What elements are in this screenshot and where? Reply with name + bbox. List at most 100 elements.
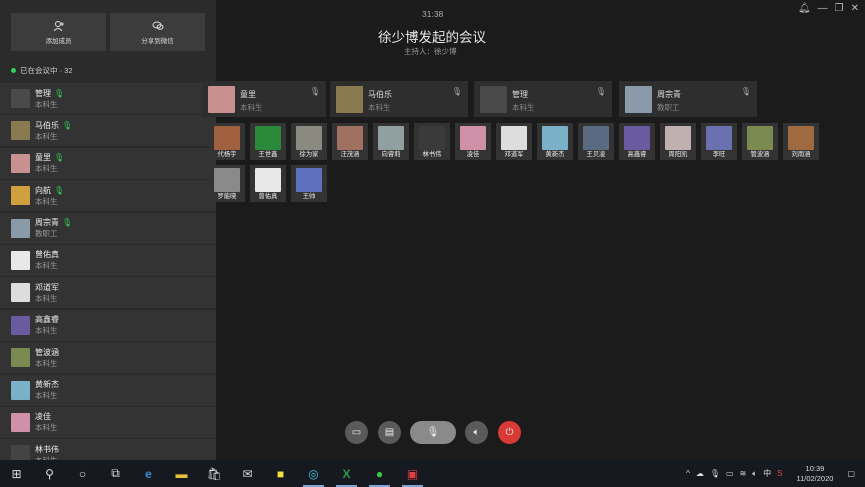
cortana-button[interactable]: ○ xyxy=(66,460,99,487)
meeting-count: 已在会议中 · 32 xyxy=(11,65,73,76)
participant-tile[interactable]: 邓道军 xyxy=(496,123,532,160)
participant-tile[interactable]: 林书伟 xyxy=(414,123,450,160)
battery-icon[interactable]: ▭ xyxy=(726,469,734,478)
add-member-button[interactable]: 添加成员 xyxy=(11,13,106,51)
participant-tile[interactable]: 代杨宇 xyxy=(209,123,245,160)
participant-tile[interactable]: 王贝凌 xyxy=(578,123,614,160)
microphone-icon: 🎙︎ xyxy=(740,87,751,96)
speaker-tile[interactable]: 管理 本科生 🎙︎ xyxy=(474,81,612,117)
explorer-button[interactable]: ▬ xyxy=(165,460,198,487)
tile-name: 罗能晓 xyxy=(217,193,237,200)
share-wechat-label: 分享到微信 xyxy=(141,37,174,45)
participant-item[interactable]: 管波涵 本科生 xyxy=(0,342,216,374)
screen-share-button[interactable]: ▭ xyxy=(345,421,368,444)
tile-name: 徐为家 xyxy=(299,151,319,158)
participant-item[interactable]: 曾佑真 本科生 xyxy=(0,244,216,276)
participant-tile[interactable]: 向睿莉 xyxy=(373,123,409,160)
microphone-icon[interactable]: 🎙︎ xyxy=(710,469,720,478)
chevron-up-icon[interactable]: ^ xyxy=(686,469,690,478)
store-button[interactable]: 🛍︎ xyxy=(198,460,231,487)
participant-tile[interactable]: 管波涵 xyxy=(742,123,778,160)
microphone-icon: 🎙︎ xyxy=(451,87,462,96)
participant-item[interactable]: 周宗青 🎙︎ 教职工 xyxy=(0,212,216,244)
participant-item[interactable]: 童里 🎙︎ 本科生 xyxy=(0,147,216,179)
mail-icon: ✉ xyxy=(242,466,253,481)
search-button[interactable]: ⚲ xyxy=(33,460,66,487)
participant-item[interactable]: 高鑫睿 本科生 xyxy=(0,309,216,341)
minimize-icon[interactable]: — xyxy=(818,3,828,14)
participant-tile[interactable]: 王世鑫 xyxy=(250,123,286,160)
start-button[interactable]: ⊞ xyxy=(0,460,33,487)
input-language[interactable]: 中 xyxy=(763,468,771,479)
antivirus-icon[interactable]: S xyxy=(777,469,782,478)
participant-item[interactable]: 管理 🎙︎ 本科生 xyxy=(0,83,216,114)
leave-meeting-button[interactable]: ⏻ xyxy=(498,421,521,444)
clock[interactable]: 10:39 11/02/2020 xyxy=(796,464,833,484)
clock-date: 11/02/2020 xyxy=(796,473,834,483)
participant-tile[interactable]: 刘雨涵 xyxy=(783,123,819,160)
participant-tile[interactable]: 凌佳 xyxy=(455,123,491,160)
participant-tile[interactable]: 汪茂涵 xyxy=(332,123,368,160)
participant-item[interactable]: 向航 🎙︎ 本科生 xyxy=(0,180,216,212)
power-icon: ⏻ xyxy=(505,427,514,438)
avatar xyxy=(296,126,322,150)
speaker-tile[interactable]: 童里 本科生 🎙︎ xyxy=(202,81,326,117)
system-tray: ^ ☁ 🎙︎ ▭ ≋ 🔈︎ 中 S 10:39 11/02/2020 ▢ xyxy=(686,460,865,487)
restore-icon[interactable]: ❐ xyxy=(835,3,844,14)
participant-name: 邓道军 xyxy=(35,282,59,292)
taskbar: ⊞ ⚲ ○ ⧉ e ▬ 🛍︎ ✉ ■ ◎ X ● ▣ ^ ☁ 🎙︎ ▭ ≋ 🔈︎… xyxy=(0,460,865,487)
excel-button[interactable]: X xyxy=(330,460,363,487)
mic-button[interactable]: 🎙︎ xyxy=(410,421,456,444)
participant-name: 林书伟 xyxy=(35,444,59,454)
mic-active-icon: 🎙︎ xyxy=(54,153,65,163)
notification-icon[interactable]: ▢ xyxy=(847,469,855,478)
file-share-button[interactable]: ▤ xyxy=(378,421,401,444)
participant-item[interactable]: 林书伟 本科生 xyxy=(0,439,216,460)
share-wechat-button[interactable]: 分享到微信 xyxy=(110,13,205,51)
bell-icon[interactable]: 🔔︎ xyxy=(798,3,811,14)
participant-item[interactable]: 马伯乐 🎙︎ 本科生 xyxy=(0,115,216,147)
wechat-button[interactable]: ● xyxy=(363,460,396,487)
avatar xyxy=(706,126,732,150)
window-controls: 🔔︎ — ❐ ✕ xyxy=(798,3,859,14)
participant-item[interactable]: 邓道军 本科生 xyxy=(0,277,216,309)
volume-icon[interactable]: 🔈︎ xyxy=(752,469,757,479)
task-view-button[interactable]: ⧉ xyxy=(99,460,132,487)
meeting-count-label: 已在会议中 · 32 xyxy=(20,66,73,75)
speaker-tile[interactable]: 周宗青 教职工 🎙︎ xyxy=(619,81,757,117)
participant-tile[interactable]: 周阳凯 xyxy=(660,123,696,160)
mic-active-icon: 🎙︎ xyxy=(62,218,73,228)
speaker-tile[interactable]: 马伯乐 本科生 🎙︎ xyxy=(330,81,468,117)
speaker-button[interactable]: 🔈︎ xyxy=(465,421,488,444)
meeting-host: 主持人：徐少博 xyxy=(404,47,457,56)
tile-name: 向睿莉 xyxy=(381,151,401,158)
participant-item[interactable]: 凌佳 本科生 xyxy=(0,406,216,438)
avatar xyxy=(11,153,30,173)
tile-name: 汪茂涵 xyxy=(340,151,360,158)
avatar xyxy=(11,348,30,368)
edge-button[interactable]: e xyxy=(132,460,165,487)
participant-tile[interactable]: 黄新杰 xyxy=(537,123,573,160)
avatar xyxy=(480,86,507,113)
participant-role: 本科生 xyxy=(35,131,58,141)
wifi-icon[interactable]: ≋ xyxy=(740,469,747,478)
tile-name: 管波涵 xyxy=(750,151,770,158)
participant-tile[interactable]: 王帅 xyxy=(291,165,327,202)
participant-item[interactable]: 黄新杰 本科生 xyxy=(0,374,216,406)
participant-tile[interactable]: 徐为家 xyxy=(291,123,327,160)
close-icon[interactable]: ✕ xyxy=(851,3,859,14)
search-icon: ⚲ xyxy=(45,466,54,481)
meeting-app-button[interactable]: ◎ xyxy=(297,460,330,487)
store-icon: 🛍︎ xyxy=(206,466,223,481)
avatar xyxy=(747,126,773,150)
participant-tile[interactable]: 曾佑真 xyxy=(250,165,286,202)
cloud-icon[interactable]: ☁ xyxy=(696,469,704,478)
participant-name: 凌佳 xyxy=(35,412,51,422)
participant-tile[interactable]: 李旺 xyxy=(701,123,737,160)
screen-icon: ▭ xyxy=(351,427,362,438)
pdf-button[interactable]: ▣ xyxy=(396,460,429,487)
participant-tile[interactable]: 高鑫睿 xyxy=(619,123,655,160)
mail-button[interactable]: ✉ xyxy=(231,460,264,487)
sticky-notes-button[interactable]: ■ xyxy=(264,460,297,487)
participant-tile[interactable]: 罗能晓 xyxy=(209,165,245,202)
